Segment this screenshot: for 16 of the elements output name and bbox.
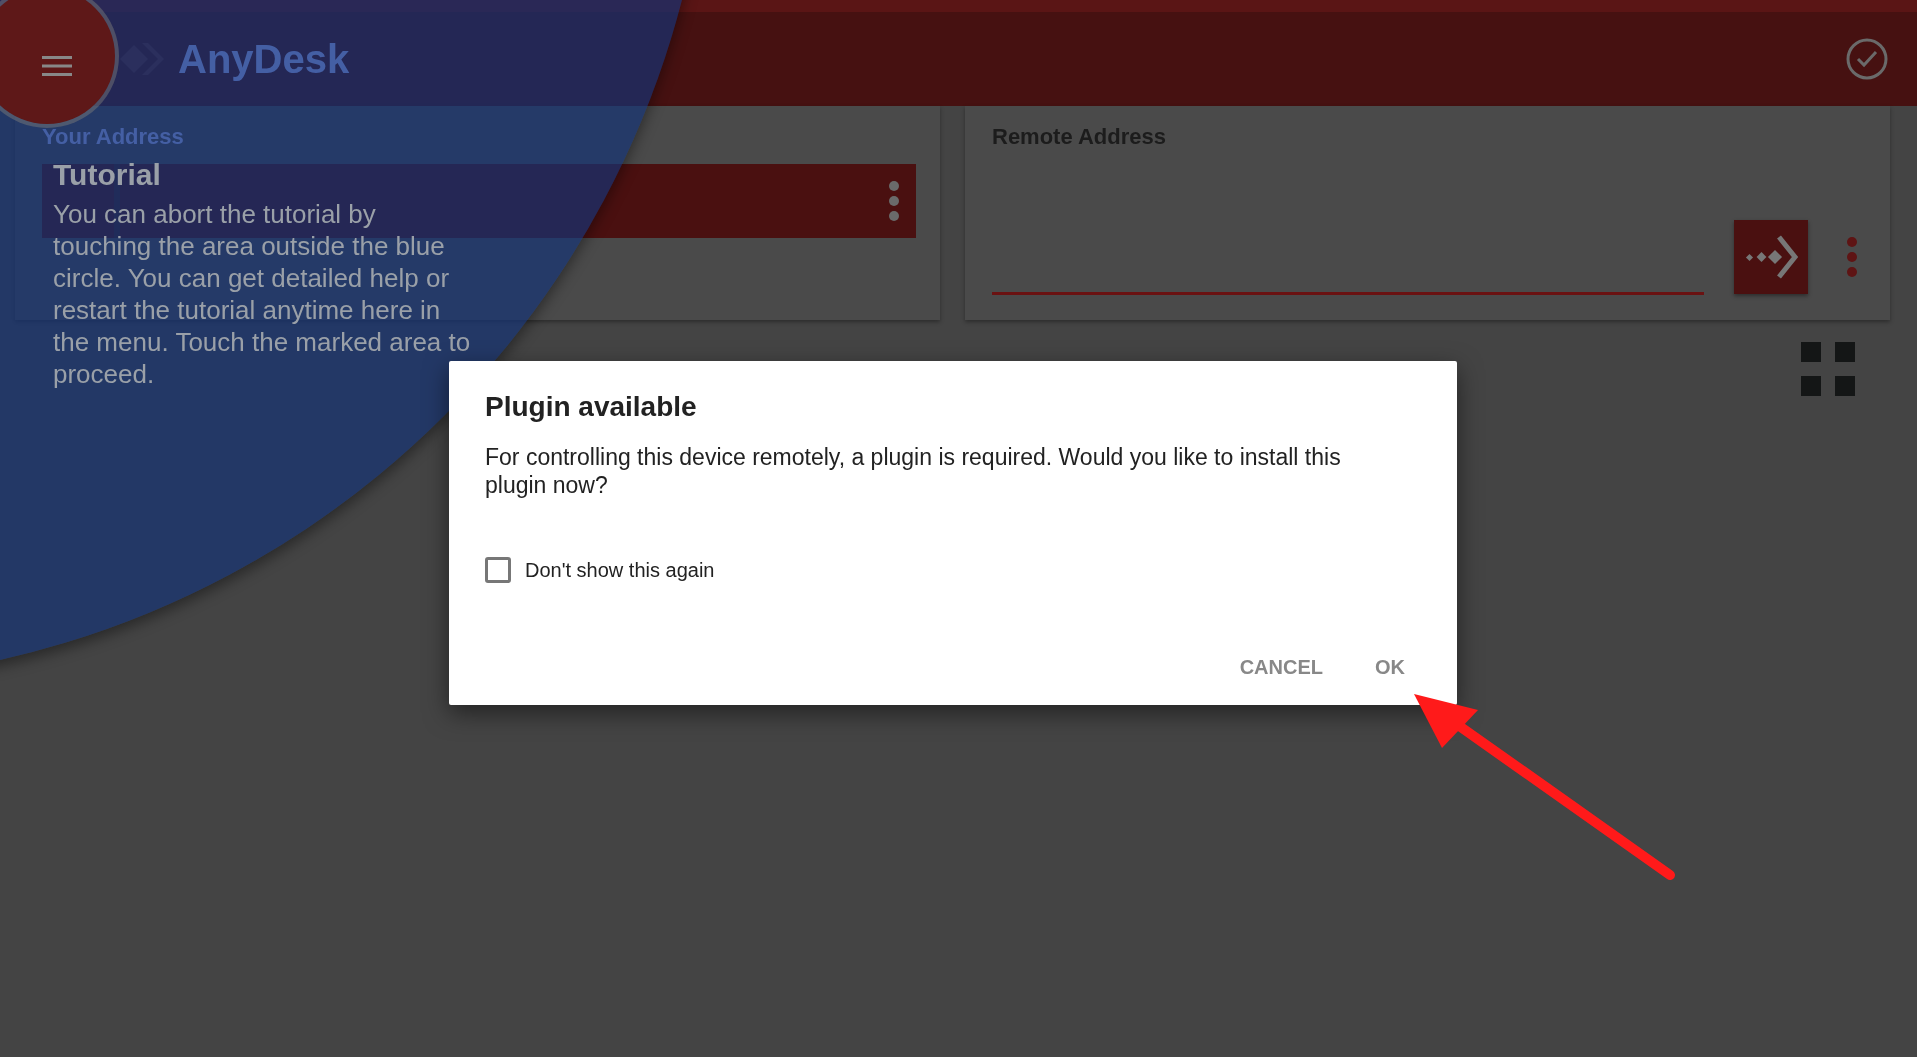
dont-show-checkbox[interactable] [485, 557, 511, 583]
menu-icon [42, 56, 72, 76]
more-icon[interactable] [1846, 235, 1858, 278]
your-address-label: Your Address [42, 124, 185, 150]
grid-view-icon[interactable] [1801, 342, 1855, 396]
cancel-button[interactable]: CANCEL [1223, 644, 1339, 691]
checkbox-label: Don't show this again [525, 558, 715, 582]
connect-button[interactable] [1734, 219, 1808, 294]
tutorial-title: Tutorial [53, 158, 162, 192]
tutorial-text: You can abort the tutorial by touching the area outside the blue circle. You can get detailed help or restart the tutorial anytime here in the menu. Touch the marked area to proceed. [53, 198, 472, 390]
app-logo: AnyDesk [178, 36, 350, 82]
ok-button[interactable]: OK [1359, 644, 1421, 691]
dialog-title: Plugin available [485, 391, 698, 423]
more-icon[interactable] [888, 180, 900, 222]
dialog-message: For controlling this device remotely, a plugin is required. Would you like to install this plugin now? [485, 443, 1342, 499]
check-circle-icon[interactable] [1845, 37, 1889, 81]
